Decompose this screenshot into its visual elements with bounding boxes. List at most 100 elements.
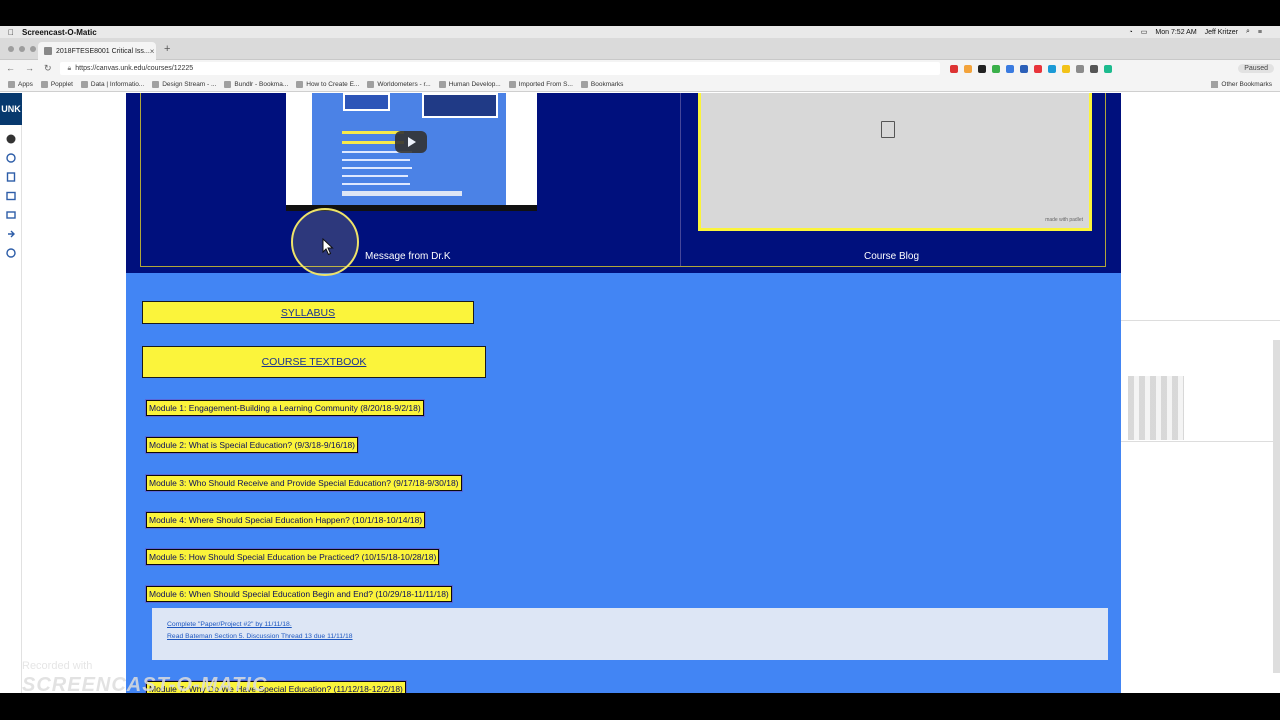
watermark-recorded: Recorded with (22, 660, 93, 672)
dashboard-icon[interactable] (5, 153, 16, 163)
close-window-button[interactable] (8, 46, 14, 52)
extension-icon[interactable] (963, 64, 972, 73)
divider-line (1121, 441, 1280, 442)
divider-line (1121, 320, 1280, 321)
media-banner: made with padlet Message from Dr.K Cours… (126, 93, 1121, 273)
blog-caption: Course Blog (864, 251, 920, 262)
module-2-link[interactable]: Module 2: What is Special Education? (9/… (146, 437, 359, 453)
tab-title: 2018FTESE8001 Critical Iss... (56, 47, 150, 55)
module-4-link[interactable]: Module 4: Where Should Special Education… (146, 512, 426, 528)
mac-menubar:  Screencast-O-Matic ◔ ▭ Mon 7:52 AM Jef… (0, 26, 1280, 38)
close-tab-icon[interactable]: × (150, 47, 155, 56)
search-icon[interactable]: ⌕ (1246, 28, 1250, 36)
user-name[interactable]: Jeff Kritzer (1205, 29, 1238, 36)
bookmark-icon (367, 80, 375, 88)
extension-icon[interactable] (991, 64, 1000, 73)
textbook-button[interactable]: COURSE TEXTBOOK (142, 346, 486, 378)
module-6-link[interactable]: Module 6: When Should Special Education … (146, 586, 452, 602)
account-icon[interactable] (6, 134, 16, 144)
extension-icon[interactable] (1005, 64, 1014, 73)
course-home-page: made with padlet Message from Dr.K Cours… (126, 93, 1121, 693)
module-1-link[interactable]: Module 1: Engagement-Building a Learning… (146, 400, 424, 416)
syllabus-button[interactable]: SYLLABUS (142, 301, 474, 324)
other-bookmarks[interactable]: Other Bookmarks (1211, 80, 1272, 88)
bookmark-item[interactable]: How to Create E... (296, 80, 360, 88)
bookmark-label: How to Create E... (306, 80, 360, 88)
document-icon (881, 121, 895, 138)
bookmark-icon (40, 80, 48, 88)
module-6-details: Complete "Paper/Project #2" by 11/11/18.… (152, 608, 1108, 660)
module-6-item-link[interactable]: Complete "Paper/Project #2" by 11/11/18. (167, 621, 1108, 628)
course-blog-embed[interactable]: made with padlet (698, 93, 1092, 231)
top-black-band (0, 0, 1280, 26)
module-6-item-link[interactable]: Read Bateman Section 5. Discussion Threa… (167, 633, 1108, 640)
bookmark-label: Bundlr - Bookma... (234, 80, 289, 88)
video-line (342, 159, 410, 161)
bookmark-icon (224, 80, 232, 88)
mouse-pointer-icon (322, 238, 334, 256)
video-thumbnail[interactable] (286, 93, 537, 211)
inbox-icon[interactable] (5, 210, 16, 220)
bookmark-icon (152, 80, 160, 88)
extension-icon[interactable] (1061, 64, 1070, 73)
bookmark-item[interactable]: Worldometers - r... (367, 80, 431, 88)
bookmark-item[interactable]: Design Stream - ... (152, 80, 216, 88)
syllabus-link[interactable]: SYLLABUS (281, 307, 335, 319)
menu-icon[interactable]: ≡ (1258, 29, 1262, 36)
profile-paused-button[interactable]: Paused (1238, 64, 1274, 73)
clock[interactable]: Mon 7:52 AM (1155, 29, 1196, 36)
url-text: https://canvas.unk.edu/courses/12225 (75, 65, 194, 72)
new-tab-icon[interactable]: + (164, 43, 170, 55)
reload-icon[interactable]: ↻ (44, 63, 52, 74)
extension-icon[interactable] (1075, 64, 1084, 73)
extension-icon[interactable] (1089, 64, 1098, 73)
module-3-link[interactable]: Module 3: Who Should Receive and Provide… (146, 475, 462, 491)
module-5-link[interactable]: Module 5: How Should Special Education b… (146, 549, 440, 565)
extension-icon[interactable] (1103, 64, 1112, 73)
extension-icon[interactable] (977, 64, 986, 73)
help-icon[interactable] (5, 248, 16, 258)
play-icon[interactable] (395, 131, 427, 153)
zoom-window-button[interactable] (30, 46, 36, 52)
back-icon[interactable]: ← (6, 63, 15, 74)
scrollbar[interactable] (1273, 340, 1280, 673)
calendar-icon[interactable] (5, 191, 16, 201)
lock-icon: 🔒︎ (67, 64, 72, 72)
apps-icon (8, 80, 15, 88)
bookmark-item[interactable]: Data | Informatio... (80, 80, 144, 88)
bookmark-item[interactable]: Human Develop... (438, 80, 501, 88)
bookmark-label: Worldometers - r... (377, 80, 431, 88)
extension-icon[interactable] (1033, 64, 1042, 73)
unk-logo[interactable]: UNK (0, 93, 22, 125)
bookmark-item[interactable]: Imported From S... (508, 80, 573, 88)
battery-icon[interactable]: ▭ (1141, 28, 1148, 36)
url-field[interactable]: 🔒︎ https://canvas.unk.edu/courses/12225 (59, 62, 940, 75)
apple-icon[interactable]:  (8, 28, 16, 37)
canvas-global-nav: UNK (0, 93, 22, 693)
bookmark-item[interactable]: Popplet (40, 80, 73, 88)
browser-tab[interactable]: 2018FTESE8001 Critical Iss... × (38, 42, 156, 60)
app-name[interactable]: Screencast-O-Matic (22, 28, 97, 37)
bookmark-item[interactable]: Bookmarks (580, 80, 624, 88)
page-content: UNK made with padlet Message from Dr.K C… (0, 93, 1280, 693)
folder-icon (1211, 80, 1219, 88)
bookmark-label: Human Develop... (448, 80, 501, 88)
textbook-link[interactable]: COURSE TEXTBOOK (262, 356, 367, 368)
commons-icon[interactable] (6, 229, 16, 239)
video-line (342, 191, 462, 196)
extension-icons (949, 64, 1112, 73)
wifi-icon[interactable]: ◔ (1129, 29, 1133, 36)
forward-icon[interactable]: → (25, 63, 34, 74)
bookmark-label: Popplet (50, 80, 73, 88)
extension-icon[interactable] (1047, 64, 1056, 73)
video-screen-thumb (422, 93, 498, 118)
bookmark-item[interactable]: Apps (8, 80, 33, 88)
extension-icon[interactable] (949, 64, 958, 73)
extension-icon[interactable] (1019, 64, 1028, 73)
bookmark-item[interactable]: Bundlr - Bookma... (224, 80, 289, 88)
courses-icon[interactable] (6, 172, 16, 182)
bookmark-label: Bookmarks (590, 80, 624, 88)
minimize-window-button[interactable] (19, 46, 25, 52)
window-controls (8, 46, 36, 52)
padlet-credit: made with padlet (1045, 217, 1083, 223)
